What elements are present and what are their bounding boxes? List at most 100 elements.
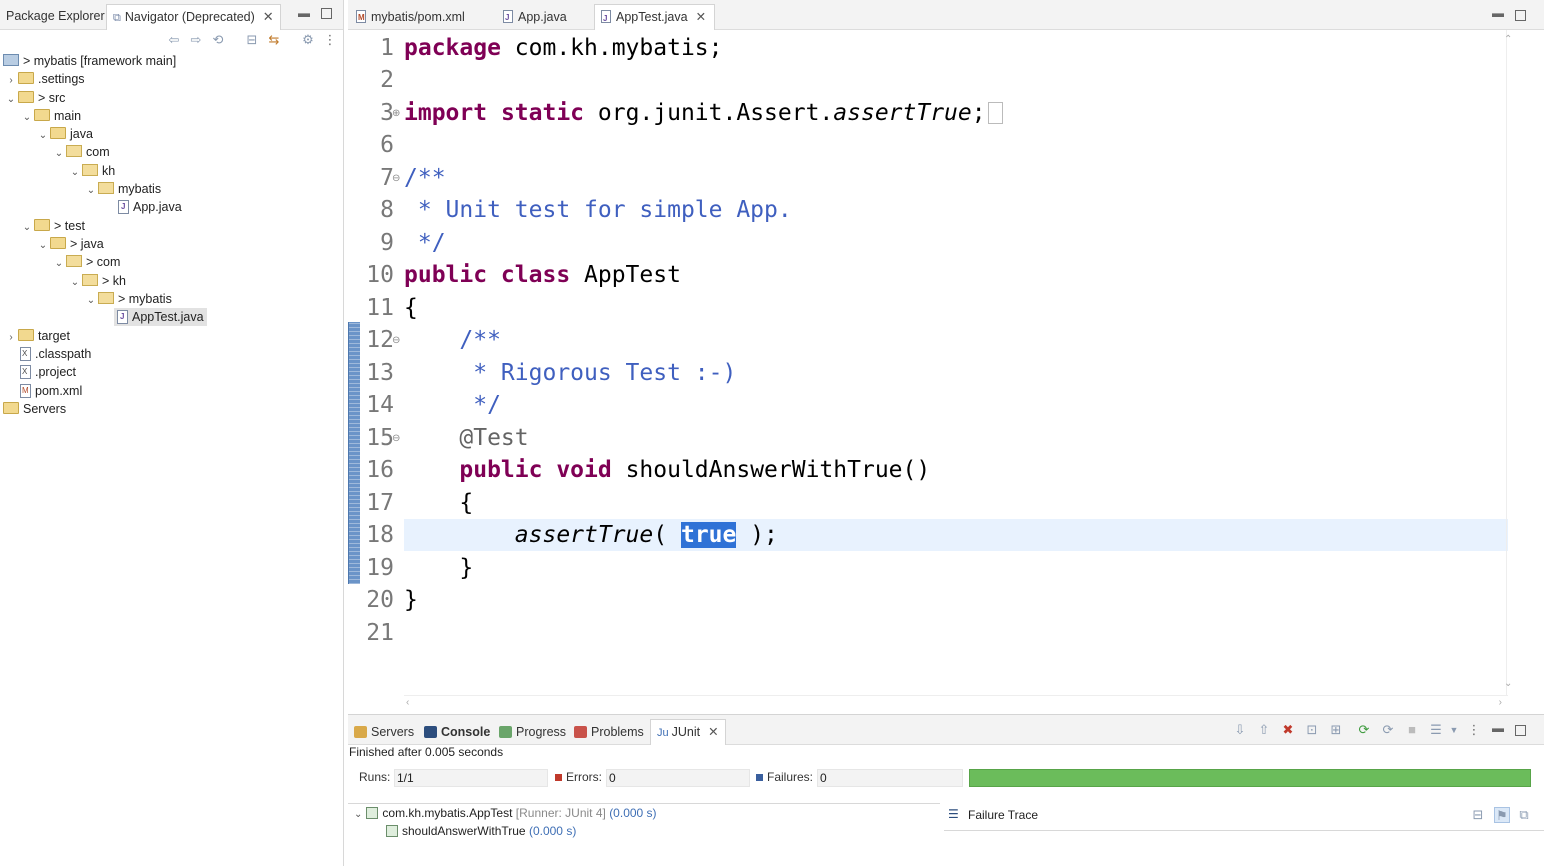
tree-item-settings[interactable]: › .settings <box>4 70 85 88</box>
minimize-icon[interactable]: ▬ <box>298 6 310 20</box>
test-suite-node[interactable]: ⌄ com.kh.mybatis.AppTest [Runner: JUnit 4… <box>354 806 657 820</box>
chevron-down-icon[interactable]: ⌄ <box>68 164 82 182</box>
rerun-failed-first-icon[interactable]: ⟳ <box>1380 722 1396 738</box>
tree-item-apptest-java[interactable]: AppTest.java <box>114 308 207 326</box>
chevron-down-icon[interactable]: ⌄ <box>354 809 362 820</box>
tree-item-mybatis[interactable]: ⌄ mybatis <box>84 180 161 198</box>
tab-apptest-java[interactable]: AppTest.java ✕ <box>594 4 716 31</box>
chevron-down-icon[interactable]: ⌄ <box>84 292 98 310</box>
filter-stack-trace-icon[interactable]: ⚑ <box>1494 807 1510 823</box>
maximize-icon[interactable] <box>1515 725 1526 736</box>
tab-problems[interactable]: Problems <box>574 722 644 742</box>
stop-icon[interactable]: ■ <box>1404 722 1420 738</box>
collapse-fold-icon[interactable]: ⊖ <box>392 433 400 444</box>
close-icon[interactable]: ✕ <box>263 9 274 24</box>
previous-failure-icon[interactable]: ⇧ <box>1256 722 1272 738</box>
chevron-down-icon[interactable]: ⌄ <box>20 109 34 127</box>
tree-item-pom-xml[interactable]: pom.xml <box>20 382 82 400</box>
expand-fold-icon[interactable]: ⊕ <box>392 108 400 119</box>
horizontal-scrollbar[interactable]: ‹ › <box>404 695 1508 711</box>
chevron-down-icon[interactable]: ⌄ <box>52 145 66 163</box>
tree-item-test[interactable]: ⌄ > test <box>20 217 85 235</box>
tree-item-servers[interactable]: Servers <box>3 400 66 418</box>
tree-item-main[interactable]: ⌄ main <box>20 107 81 125</box>
tree-item-kh[interactable]: ⌄ kh <box>68 162 115 180</box>
tree-item-com[interactable]: ⌄ com <box>52 143 110 161</box>
tab-pom-xml[interactable]: mybatis/pom.xml <box>356 6 465 29</box>
tab-navigator[interactable]: ⧉ Navigator (Deprecated) ✕ <box>106 4 281 30</box>
navigator-icon: ⧉ <box>113 12 121 24</box>
left-tabbar: Package Explorer ⧉ Navigator (Deprecated)… <box>0 0 343 30</box>
tree-item-test-kh[interactable]: ⌄ > kh <box>68 272 126 290</box>
tree-label: > mybatis [framework main] <box>23 54 177 68</box>
scroll-up-icon[interactable]: ⌃ <box>1504 34 1512 45</box>
show-failures-only-icon[interactable]: ✖ <box>1280 722 1296 738</box>
chevron-right-icon[interactable]: › <box>4 72 18 90</box>
java-file-icon <box>601 7 611 31</box>
tab-console[interactable]: Console <box>424 722 490 742</box>
chevron-down-icon[interactable]: ⌄ <box>52 255 66 273</box>
chevron-down-icon[interactable]: ⌄ <box>36 127 50 145</box>
failure-trace-header: ☰ Failure Trace ⊟ ⚑ ⧉ <box>944 803 1544 831</box>
close-icon[interactable]: ✕ <box>696 10 706 24</box>
link-editor-icon[interactable]: ⇆ <box>266 32 282 48</box>
collapse-fold-icon[interactable]: ⊖ <box>392 173 400 184</box>
maximize-icon[interactable] <box>1515 10 1526 21</box>
scroll-down-icon[interactable]: ⌄ <box>1504 678 1512 689</box>
collapsed-imports-marker[interactable] <box>987 102 1003 124</box>
filter-icon[interactable]: ⚙ <box>300 32 316 48</box>
chevron-down-icon[interactable]: ▼ <box>1446 722 1462 738</box>
minimize-icon[interactable]: ▬ <box>1492 6 1504 20</box>
tree-item-app-java[interactable]: App.java <box>118 198 182 216</box>
tree-item-src[interactable]: ⌄ > src <box>4 89 65 107</box>
scroll-left-icon[interactable]: ‹ <box>406 697 409 708</box>
minimize-icon[interactable]: ▬ <box>1492 721 1504 735</box>
vertical-scrollbar[interactable]: ⌃ ⌄ <box>1504 30 1514 695</box>
back-icon[interactable]: ⇦ <box>166 32 182 48</box>
code-line: * Rigorous Test :-) <box>404 360 737 386</box>
tab-package-explorer[interactable]: Package Explorer <box>6 5 105 27</box>
layout-icon[interactable]: ⊞ <box>1328 722 1344 738</box>
tree-item-mybatis-project[interactable]: > mybatis [framework main] <box>3 52 176 70</box>
forward-icon[interactable]: ⇨ <box>188 32 204 48</box>
rerun-test-icon[interactable]: ⟳ <box>1356 722 1372 738</box>
close-icon[interactable]: ✕ <box>708 725 718 739</box>
collapse-fold-icon[interactable]: ⊖ <box>392 335 400 346</box>
chevron-down-icon[interactable]: ⌄ <box>20 219 34 237</box>
tree-label: target <box>38 329 70 343</box>
code-line: public void shouldAnswerWithTrue() <box>404 454 1508 486</box>
maximize-icon[interactable] <box>321 8 332 19</box>
copy-trace-icon[interactable]: ⧉ <box>1516 807 1532 823</box>
chevron-down-icon[interactable]: ⌄ <box>36 237 50 255</box>
view-menu-icon[interactable]: ⋮ <box>322 32 338 48</box>
scroll-right-icon[interactable]: › <box>1499 697 1502 708</box>
chevron-down-icon[interactable]: ⌄ <box>84 182 98 200</box>
line-number: 16 <box>366 457 394 483</box>
view-menu-icon[interactable]: ⋮ <box>1466 722 1482 738</box>
tree-item-java[interactable]: ⌄ java <box>36 125 93 143</box>
tree-item-test-java[interactable]: ⌄ > java <box>36 235 104 253</box>
tree-item-test-com[interactable]: ⌄ > com <box>52 253 120 271</box>
tree-item-test-mybatis[interactable]: ⌄ > mybatis <box>84 290 172 308</box>
chevron-down-icon[interactable]: ⌄ <box>68 274 82 292</box>
test-case-node[interactable]: shouldAnswerWithTrue (0.000 s) <box>386 824 576 838</box>
code-line: } <box>404 587 418 613</box>
code-text-area[interactable]: package com.kh.mybatis; import static or… <box>404 30 1508 695</box>
chevron-right-icon[interactable]: › <box>4 329 18 347</box>
tab-junit[interactable]: Ju JUnit ✕ <box>650 719 726 745</box>
up-icon[interactable]: ⟲ <box>210 32 226 48</box>
tab-progress[interactable]: Progress <box>499 722 566 742</box>
next-failure-icon[interactable]: ⇩ <box>1232 722 1248 738</box>
tab-servers[interactable]: Servers <box>354 722 414 742</box>
tree-item-classpath[interactable]: .classpath <box>20 345 91 363</box>
scroll-lock-icon[interactable]: ⊡ <box>1304 722 1320 738</box>
tab-app-java[interactable]: App.java <box>503 6 567 29</box>
compare-results-icon[interactable]: ⊟ <box>1470 807 1486 823</box>
tree-item-target[interactable]: › target <box>4 327 70 345</box>
collapse-all-icon[interactable]: ⊟ <box>244 32 260 48</box>
package-icon <box>66 145 82 157</box>
tree-item-project[interactable]: .project <box>20 363 76 381</box>
maven-file-icon <box>20 382 31 400</box>
history-icon[interactable]: ☰ <box>1428 722 1444 738</box>
chevron-down-icon[interactable]: ⌄ <box>4 91 18 109</box>
